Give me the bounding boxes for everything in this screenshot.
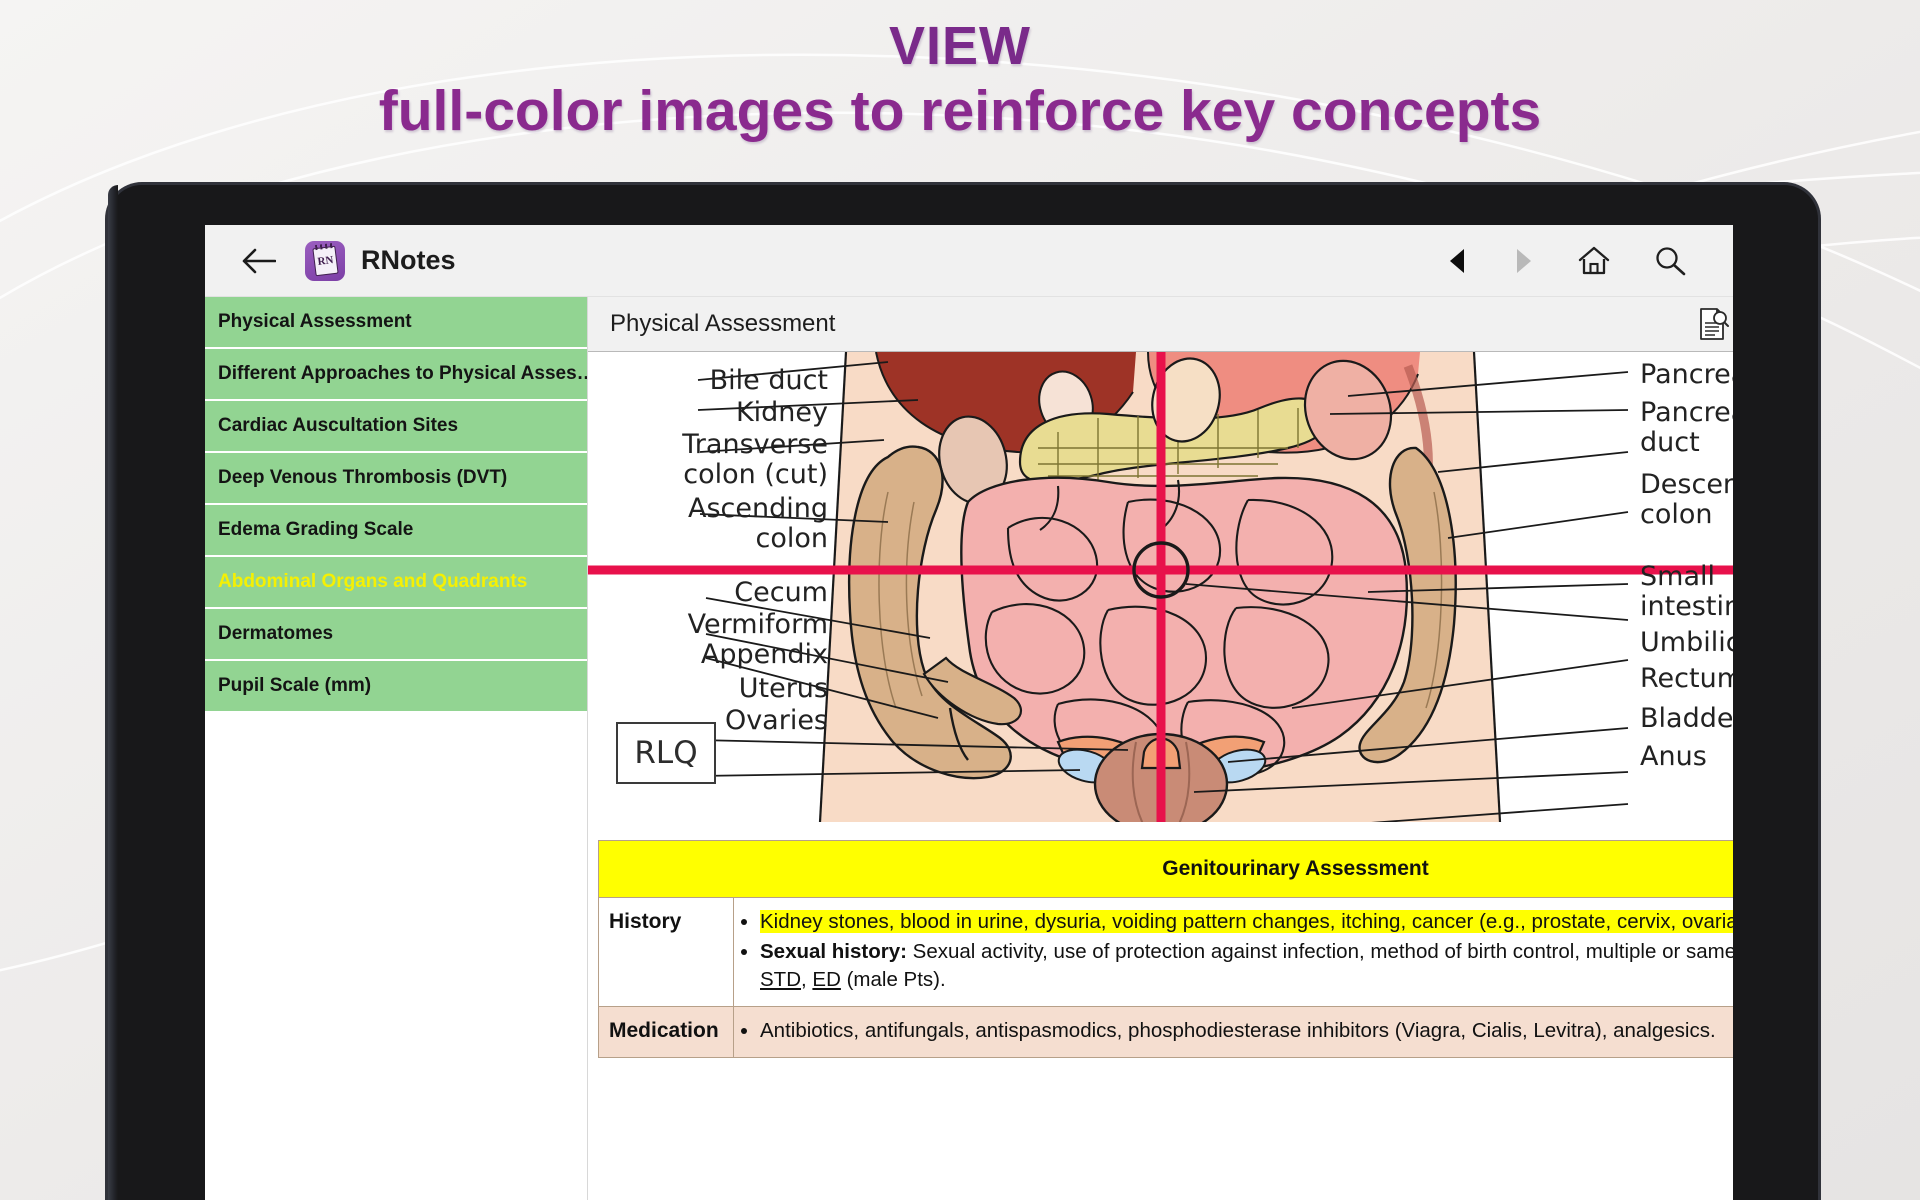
figure-label-kidney: Kidney — [735, 397, 828, 428]
table-header-row: Genitourinary Assessment — [598, 840, 1733, 898]
document-body[interactable]: Bile duct Kidney Transverse colon (cut) … — [588, 352, 1733, 1200]
next-page-button[interactable] — [1511, 247, 1535, 275]
promo-headline-primary: VIEW — [888, 16, 1031, 76]
figure-label-pancreatic-duct: Pancreatic duct — [1640, 397, 1733, 459]
figure-label-pancreas: Pancreas — [1640, 359, 1733, 390]
list-item: Antibiotics, antifungals, antispasmodics… — [760, 1017, 1733, 1045]
sidebar-item-dermatomes[interactable]: Dermatomes — [205, 609, 587, 661]
quadrant-box-rlq: RLQ — [616, 722, 716, 784]
row-key-medication: Medication — [598, 1005, 734, 1058]
figure-label-descending-colon: Descending colon — [1640, 469, 1733, 531]
content-header: Physical Assessment — [588, 297, 1733, 352]
row-value-medication: Antibiotics, antifungals, antispasmodics… — [733, 1005, 1733, 1058]
promo-header: VIEW full-color images to reinforce key … — [0, 0, 1920, 175]
home-icon — [1578, 246, 1610, 274]
sidebar-item-label: Dermatomes — [218, 623, 334, 644]
sidebar-item-edema-grading-scale[interactable]: Edema Grading Scale — [205, 505, 587, 557]
table-header-cell: Genitourinary Assessment — [598, 840, 1733, 898]
figure-label-bile-duct: Bile duct — [709, 365, 828, 396]
row-key-history: History — [598, 897, 734, 1007]
sidebar-item-abdominal-organs-and-quadrants[interactable]: Abdominal Organs and Quadrants — [205, 557, 587, 609]
notepad-glyph: RN — [311, 245, 339, 276]
figure-label-vermiform-appendix: Vermiform Appendix — [687, 609, 828, 671]
triangle-left-icon — [1450, 248, 1464, 273]
figure-label-small-intestine: Small intestine — [1640, 561, 1733, 623]
app-icon-label: RN — [316, 253, 334, 267]
triangle-right-icon — [1517, 248, 1531, 273]
arrow-left-icon — [242, 248, 276, 273]
rnotes-app-icon: RN — [305, 240, 345, 281]
content-toolbar — [1697, 307, 1733, 341]
sidebar-item-label: Cardiac Auscultation Sites — [218, 415, 459, 436]
topic-sidebar: Physical Assessment Different Approaches… — [205, 297, 588, 1200]
sidebar-item-label: Pupil Scale (mm) — [218, 675, 372, 696]
abdominal-organs-figure: Bile duct Kidney Transverse colon (cut) … — [588, 352, 1733, 822]
content-pane: Physical Assessment Bile duct Kidney Tra… — [588, 297, 1733, 1200]
tablet-side-edge — [108, 185, 118, 1200]
row-value-history: Kidney stones, blood in urine, dysuria, … — [733, 897, 1733, 1007]
search-button[interactable] — [1653, 245, 1687, 277]
app-bar: RN RNotes — [205, 225, 1733, 297]
sidebar-item-label: Abdominal Organs and Quadrants — [218, 571, 528, 592]
table-row: Medication Antibiotics, antifungals, ant… — [598, 1005, 1733, 1058]
sidebar-item-different-approaches[interactable]: Different Approaches to Physical Asses… — [205, 349, 587, 401]
figure-label-rectum: Rectum — [1640, 663, 1733, 694]
tablet-screen: RN RNotes Physical Assessment Different … — [205, 225, 1733, 1200]
sidebar-item-label: Deep Venous Thrombosis (DVT) — [218, 467, 508, 488]
home-button[interactable] — [1577, 245, 1611, 277]
figure-label-bladder: Bladder — [1640, 703, 1733, 734]
app-title: RNotes — [361, 245, 456, 275]
figure-label-ascending-colon: Ascending colon — [688, 493, 828, 555]
search-icon — [1656, 246, 1686, 275]
sidebar-item-deep-venous-thrombosis[interactable]: Deep Venous Thrombosis (DVT) — [205, 453, 587, 505]
figure-label-transverse-colon: Transverse colon (cut) — [682, 429, 828, 491]
tablet-device: RN RNotes Physical Assessment Different … — [108, 185, 1818, 1200]
sidebar-item-label: Physical Assessment — [218, 311, 412, 332]
figure-label-umbilicus: Umbilicus — [1640, 627, 1733, 658]
figure-label-anus: Anus — [1640, 741, 1707, 772]
sidebar-item-physical-assessment[interactable]: Physical Assessment — [205, 297, 587, 349]
genitourinary-assessment-table: Genitourinary Assessment History Kidney … — [598, 840, 1733, 1058]
sidebar-item-label: Edema Grading Scale — [218, 519, 414, 540]
sidebar-item-label: Different Approaches to Physical Asses… — [218, 363, 587, 384]
document-search-icon — [1700, 308, 1729, 340]
promo-headline-secondary: full-color images to reinforce key conce… — [378, 78, 1542, 143]
prev-page-button[interactable] — [1445, 247, 1469, 275]
page-title: Physical Assessment — [610, 310, 836, 337]
figure-label-cecum: Cecum — [734, 577, 828, 608]
figure-label-uterus: Uterus — [738, 673, 828, 704]
sidebar-item-pupil-scale[interactable]: Pupil Scale (mm) — [205, 661, 587, 713]
table-row: History Kidney stones, blood in urine, d… — [598, 897, 1733, 1007]
document-search-button[interactable] — [1697, 307, 1729, 341]
list-item: Kidney stones, blood in urine, dysuria, … — [760, 908, 1733, 936]
sidebar-item-cardiac-auscultation-sites[interactable]: Cardiac Auscultation Sites — [205, 401, 587, 453]
app-bar-actions — [1445, 245, 1733, 277]
list-item: Sexual history: Sexual activity, use of … — [760, 938, 1733, 994]
workspace: Physical Assessment Different Approaches… — [205, 297, 1733, 1200]
back-button[interactable] — [227, 247, 291, 275]
